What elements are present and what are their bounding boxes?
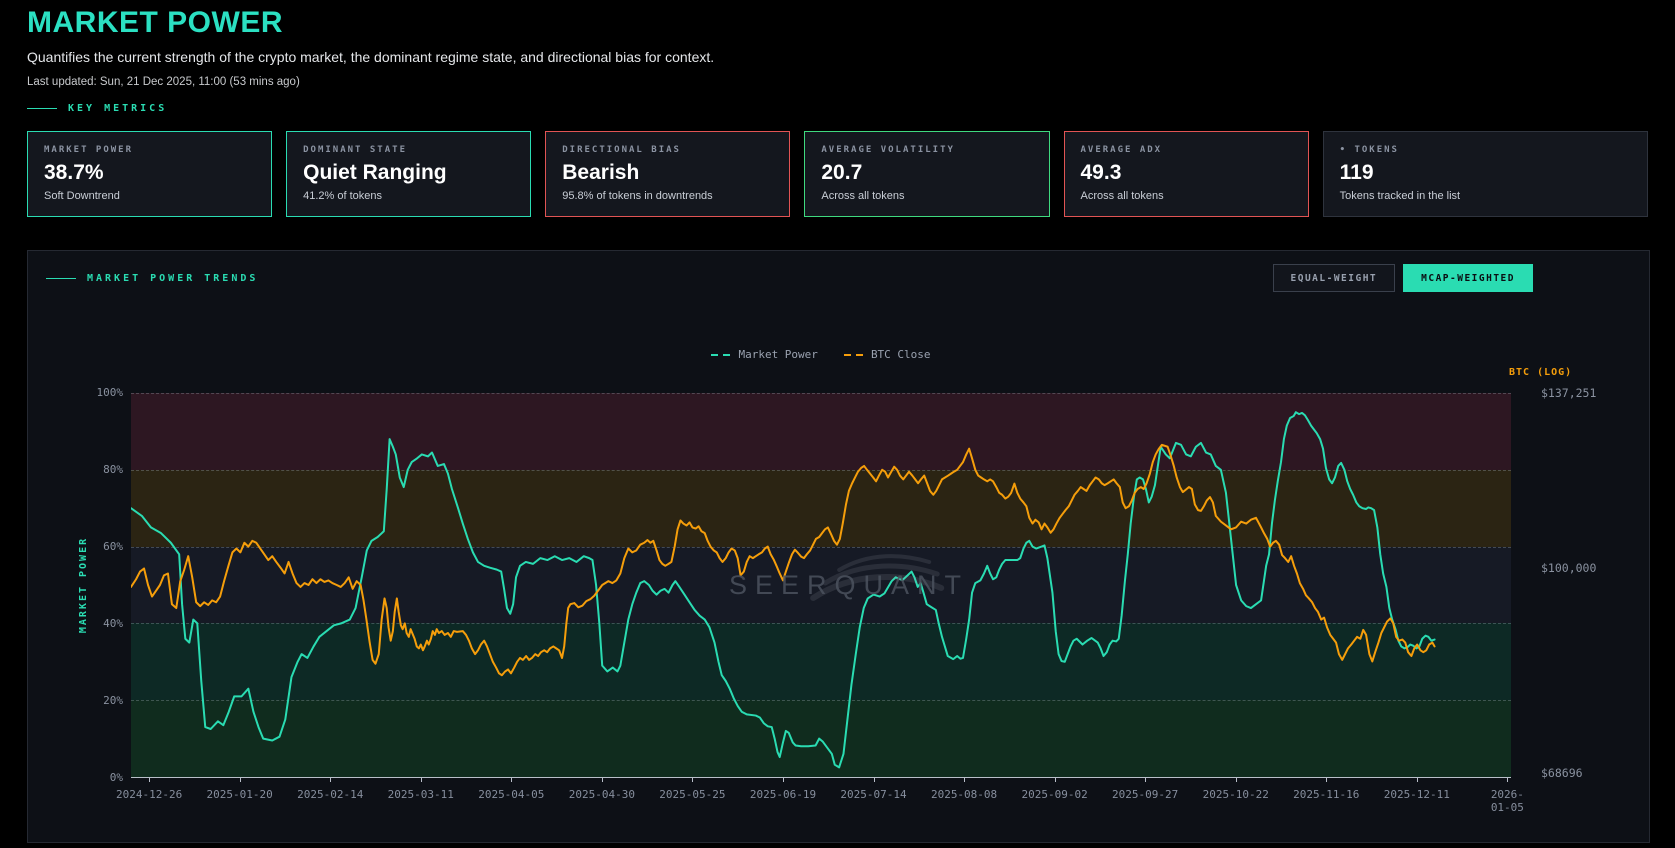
button-mcap-weighted[interactable]: MCAP-WEIGHTED: [1403, 264, 1533, 292]
key-metric-cards: MARKET POWER 38.7% Soft Downtrend DOMINANT …: [27, 131, 1648, 217]
x-tick-mark: [873, 778, 875, 782]
chart-legend: Market Power BTC Close: [131, 348, 1511, 361]
metric-label: DOMINANT STATE: [303, 145, 407, 155]
metric-label: AVERAGE VOLATILITY: [821, 145, 955, 155]
legend-label: Market Power: [738, 348, 818, 361]
metric-card-market-power: MARKET POWER 38.7% Soft Downtrend: [27, 131, 273, 217]
metric-sub: Tokens tracked in the list: [1339, 190, 1461, 202]
chart-plot-area[interactable]: [131, 393, 1511, 782]
metric-value: Bearish: [562, 161, 640, 184]
page-title: MARKET POWER: [27, 6, 283, 39]
y-tick-40: 40%: [103, 617, 123, 630]
key-metrics-label-text: KEY METRICS: [68, 103, 168, 114]
y-tick-80: 80%: [103, 463, 123, 476]
metric-card-average-volatility: AVERAGE VOLATILITY 20.7 Across all tokens: [804, 131, 1050, 217]
legend-dash-icon: [843, 353, 864, 356]
metric-sub: Across all tokens: [821, 190, 905, 202]
key-metrics-section-label: KEY METRICS: [27, 103, 167, 114]
x-tick-mark: [1507, 778, 1509, 782]
metric-card-dominant-state: DOMINANT STATE Quiet Ranging 41.2% of toke…: [286, 131, 532, 217]
y-tick-100: 100%: [96, 386, 124, 399]
x-tick-mark: [330, 778, 332, 782]
market-power-trends-card: MARKET POWER TRENDS EQUAL-WEIGHT MCAP-WEI…: [27, 250, 1650, 843]
metric-card-tokens: • TOKENS 119 Tokens tracked in the list: [1322, 131, 1648, 217]
series-line-btc-close: [131, 445, 1435, 675]
x-axis-tick-labels: 2024-12-26 2025-01-20 2025-02-14 2025-03-11…: [116, 788, 1524, 814]
x-tick-mark: [964, 778, 966, 782]
x-tick-mark: [1054, 778, 1056, 782]
x-tick-mark: [149, 778, 151, 782]
metric-label: DIRECTIONAL BIAS: [562, 145, 681, 155]
x-tick-mark: [692, 778, 694, 782]
x-tick-2025-12-11: 2025-12-11: [1383, 788, 1450, 801]
x-tick-mark: [511, 778, 513, 782]
x-tick-mark: [782, 778, 784, 782]
x-tick-2025-04-05: 2025-04-05: [478, 788, 545, 801]
section-rule: [46, 278, 76, 279]
metric-label: AVERAGE ADX: [1080, 145, 1163, 155]
metric-sub: Across all tokens: [1080, 190, 1164, 202]
metric-sub: Soft Downtrend: [44, 190, 120, 202]
legend-dash-icon: [711, 353, 732, 356]
x-tick-2025-09-27: 2025-09-27: [1112, 788, 1179, 801]
last-updated: Last updated: Sun, 21 Dec 2025, 11:00 (5…: [27, 76, 300, 88]
x-tick-2025-09-02: 2025-09-02: [1021, 788, 1088, 801]
y-tick-60: 60%: [103, 540, 123, 553]
x-tick-2024-12-26: 2024-12-26: [115, 788, 183, 801]
legend-item-market-power[interactable]: Market Power: [711, 348, 818, 361]
y-tick-0: 0%: [109, 771, 123, 784]
series-lines: [131, 393, 1511, 777]
x-tick-2025-05-25: 2025-05-25: [659, 788, 726, 801]
weighting-toggle: EQUAL-WEIGHT MCAP-WEIGHTED: [1272, 264, 1533, 292]
y-tick-20: 20%: [103, 694, 123, 707]
left-axis-tick-labels: 100% 80% 60% 40% 20% 0%: [28, 386, 124, 784]
button-equal-weight[interactable]: EQUAL-WEIGHT: [1272, 264, 1396, 292]
x-tick-mark: [1145, 778, 1147, 782]
page-header: MARKET POWER Quantifies the current stre…: [27, 6, 714, 88]
x-tick-2025-11-16: 2025-11-16: [1293, 788, 1360, 801]
metric-card-average-adx: AVERAGE ADX 49.3 Across all tokens: [1063, 131, 1309, 217]
page-subtitle: Quantifies the current strength of the c…: [27, 49, 715, 65]
right-axis-title: BTC (LOG): [1509, 367, 1573, 378]
legend-label: BTC Close: [870, 348, 931, 361]
x-tick-mark: [1416, 778, 1418, 782]
x-tick-2025-03-11: 2025-03-11: [387, 788, 454, 801]
btc-price-label-137-251: $137,251: [1541, 386, 1597, 400]
x-tick-2025-07-14: 2025-07-14: [840, 788, 907, 801]
metric-label: MARKET POWER: [44, 145, 134, 155]
metric-sub: 41.2% of tokens: [303, 190, 383, 202]
metric-value: 20.7: [821, 161, 863, 184]
metric-value: 38.7%: [44, 161, 104, 184]
section-rule: [27, 108, 57, 109]
metric-label: • TOKENS: [1339, 145, 1399, 155]
x-tick-2025-10-22: 2025-10-22: [1202, 788, 1269, 801]
x-tick-2025-04-30: 2025-04-30: [568, 788, 635, 801]
x-tick-mark: [420, 778, 422, 782]
x-tick-2025-02-14: 2025-02-14: [297, 788, 364, 801]
x-tick-2025-06-19: 2025-06-19: [749, 788, 817, 801]
metric-value: Quiet Ranging: [303, 161, 447, 184]
btc-price-label-100-000: $100,000: [1541, 561, 1597, 576]
x-tick-mark: [1326, 778, 1328, 782]
metric-card-directional-bias: DIRECTIONAL BIAS Bearish 95.8% of tokens i…: [545, 131, 791, 217]
x-tick-2025-08-08: 2025-08-08: [930, 788, 998, 801]
trends-section-label: MARKET POWER TRENDS: [46, 273, 258, 284]
metric-value: 119: [1339, 161, 1374, 184]
x-tick-mark: [1235, 778, 1237, 782]
x-tick-2026-01-05: 2026-01-05: [1490, 788, 1524, 814]
series-line-market-power: [131, 412, 1435, 767]
btc-price-label-68696: $68696: [1541, 765, 1583, 780]
metric-sub: 95.8% of tokens in downtrends: [562, 190, 713, 202]
metric-value: 49.3: [1080, 161, 1122, 184]
x-tick-mark: [601, 778, 603, 782]
x-tick-2025-01-20: 2025-01-20: [206, 788, 273, 801]
trends-label-text: MARKET POWER TRENDS: [87, 273, 259, 284]
legend-item-btc-close[interactable]: BTC Close: [843, 348, 931, 361]
right-axis-tick-labels: $137,251 $100,000 $68696: [1541, 386, 1661, 780]
x-tick-mark: [239, 778, 241, 782]
